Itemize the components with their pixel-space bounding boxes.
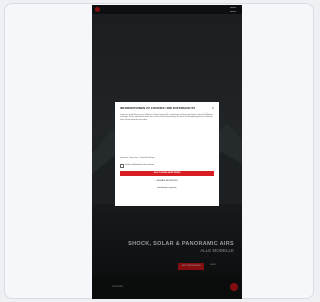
close-icon[interactable]: × bbox=[212, 106, 214, 110]
consent-checkbox-label: Statistik und Marketing Cookies zulassen bbox=[125, 165, 155, 167]
consent-checkbox-row[interactable]: Statistik und Marketing Cookies zulassen bbox=[120, 163, 214, 168]
accept-all-button[interactable]: ALLE COOKIES AKZEPTIEREN bbox=[120, 170, 214, 176]
dialog-title: INFORMATIONEN ZU COOKIES UND DATENSCHUTZ bbox=[120, 106, 196, 110]
consent-checkbox[interactable] bbox=[120, 163, 124, 168]
confirm-selection-button[interactable]: AUSWAHL BESTÄTIGEN bbox=[120, 179, 214, 183]
cookie-consent-dialog: INFORMATIONEN ZU COOKIES UND DATENSCHUTZ… bbox=[115, 102, 219, 206]
mobile-page: SHOCK, SOLAR & PANORAMIC AIRS ALLE MODEL… bbox=[92, 5, 242, 299]
settings-link[interactable]: Einstellungen anpassen bbox=[120, 186, 214, 190]
dialog-body-text: Wir verwenden Cookies und ähnliche Techn… bbox=[120, 112, 213, 121]
dialog-links[interactable]: Impressum · Datenschutz · Cookie-Einstel… bbox=[120, 158, 214, 161]
